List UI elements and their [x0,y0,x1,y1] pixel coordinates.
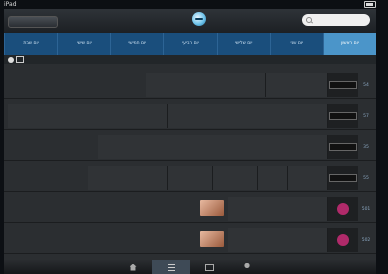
app-logo-icon [192,12,206,26]
tab-day-4[interactable]: יום חמישי [110,33,163,55]
channel-logo-icon [329,143,357,151]
channel-logo[interactable] [328,228,358,252]
channel-logo-icon [337,203,349,215]
channel-logo[interactable] [328,166,358,190]
program-cell[interactable] [88,166,168,190]
channel-logo-icon [329,112,357,120]
day-label: יום ראשון [340,41,359,46]
program-cell[interactable] [258,166,288,190]
program-cell[interactable] [228,197,328,221]
battery-indicator [362,1,376,8]
day-label: יום שבת [23,41,39,46]
tab-day-6[interactable]: יום שבת [4,33,57,55]
program-cell[interactable] [228,228,328,252]
day-label: יום רביעי [182,41,199,46]
now-icon[interactable] [8,56,14,63]
tab-day-5[interactable]: יום שישי [57,33,110,55]
channel-logo[interactable] [328,135,358,159]
channel-row: 54 [4,72,376,99]
epg-grid: 54 57 35 55 501 502 [4,64,376,260]
program-cell[interactable] [8,104,168,128]
channel-logo-icon [337,234,349,246]
day-tabs: יום שבת יום שישי יום חמישי יום רביעי יום שלי… [4,33,376,55]
person-icon [244,263,250,269]
day-label: יום חמישי [128,41,147,46]
tab-tv[interactable] [190,260,228,274]
channel-number: 35 [363,144,369,150]
channel-logo[interactable] [328,197,358,221]
channel-number: 502 [361,237,371,243]
channel-logo[interactable] [328,73,358,97]
channel-number: 57 [363,113,369,119]
tab-day-0[interactable]: יום ראשון [322,33,376,55]
bottom-tab-bar [4,260,376,274]
battery-icon [364,1,376,8]
program-cell[interactable] [98,135,328,159]
tab-day-3[interactable]: יום רביעי [163,33,216,55]
view-toggle-icon[interactable] [16,56,24,63]
list-icon [167,263,175,271]
channel-logo-icon [329,174,357,182]
search-input[interactable] [302,14,370,26]
tv-icon [204,263,214,271]
program-cell[interactable] [288,166,328,190]
program-thumbnail[interactable] [200,200,224,216]
day-label: יום שלישי [234,41,253,46]
tab-day-2[interactable]: יום שלישי [216,33,270,55]
channel-number: 55 [363,175,369,181]
channel-number: 54 [363,82,369,88]
channel-row: 55 [4,165,376,192]
tab-person[interactable] [228,260,266,274]
program-thumbnail[interactable] [200,231,224,247]
channel-row: 501 [4,196,376,223]
channel-row: 57 [4,103,376,130]
day-label: יום שני [290,41,304,46]
program-cell[interactable] [266,73,328,97]
home-icon [129,263,137,271]
program-cell[interactable] [213,166,258,190]
program-cell[interactable] [146,73,266,97]
channel-logo-icon [329,81,357,89]
tab-list[interactable] [152,260,190,274]
channel-row: 35 [4,134,376,161]
channel-row: 502 [4,227,376,254]
program-cell[interactable] [168,104,328,128]
tab-home[interactable] [114,260,152,274]
search-icon [306,17,312,23]
time-controls [4,56,38,63]
header-left-button[interactable] [8,16,58,28]
app-screen: iPad יום שבת יום שישי יום חמישי יום רביעי יו… [0,0,388,274]
program-cell[interactable] [168,166,213,190]
channel-logo[interactable] [328,104,358,128]
channel-number: 501 [361,206,371,212]
carrier-label: iPad [4,1,17,8]
status-bar: iPad [4,0,376,9]
day-label: יום שישי [76,41,92,46]
time-bar [4,55,376,64]
tab-day-1[interactable]: יום שני [269,33,323,55]
